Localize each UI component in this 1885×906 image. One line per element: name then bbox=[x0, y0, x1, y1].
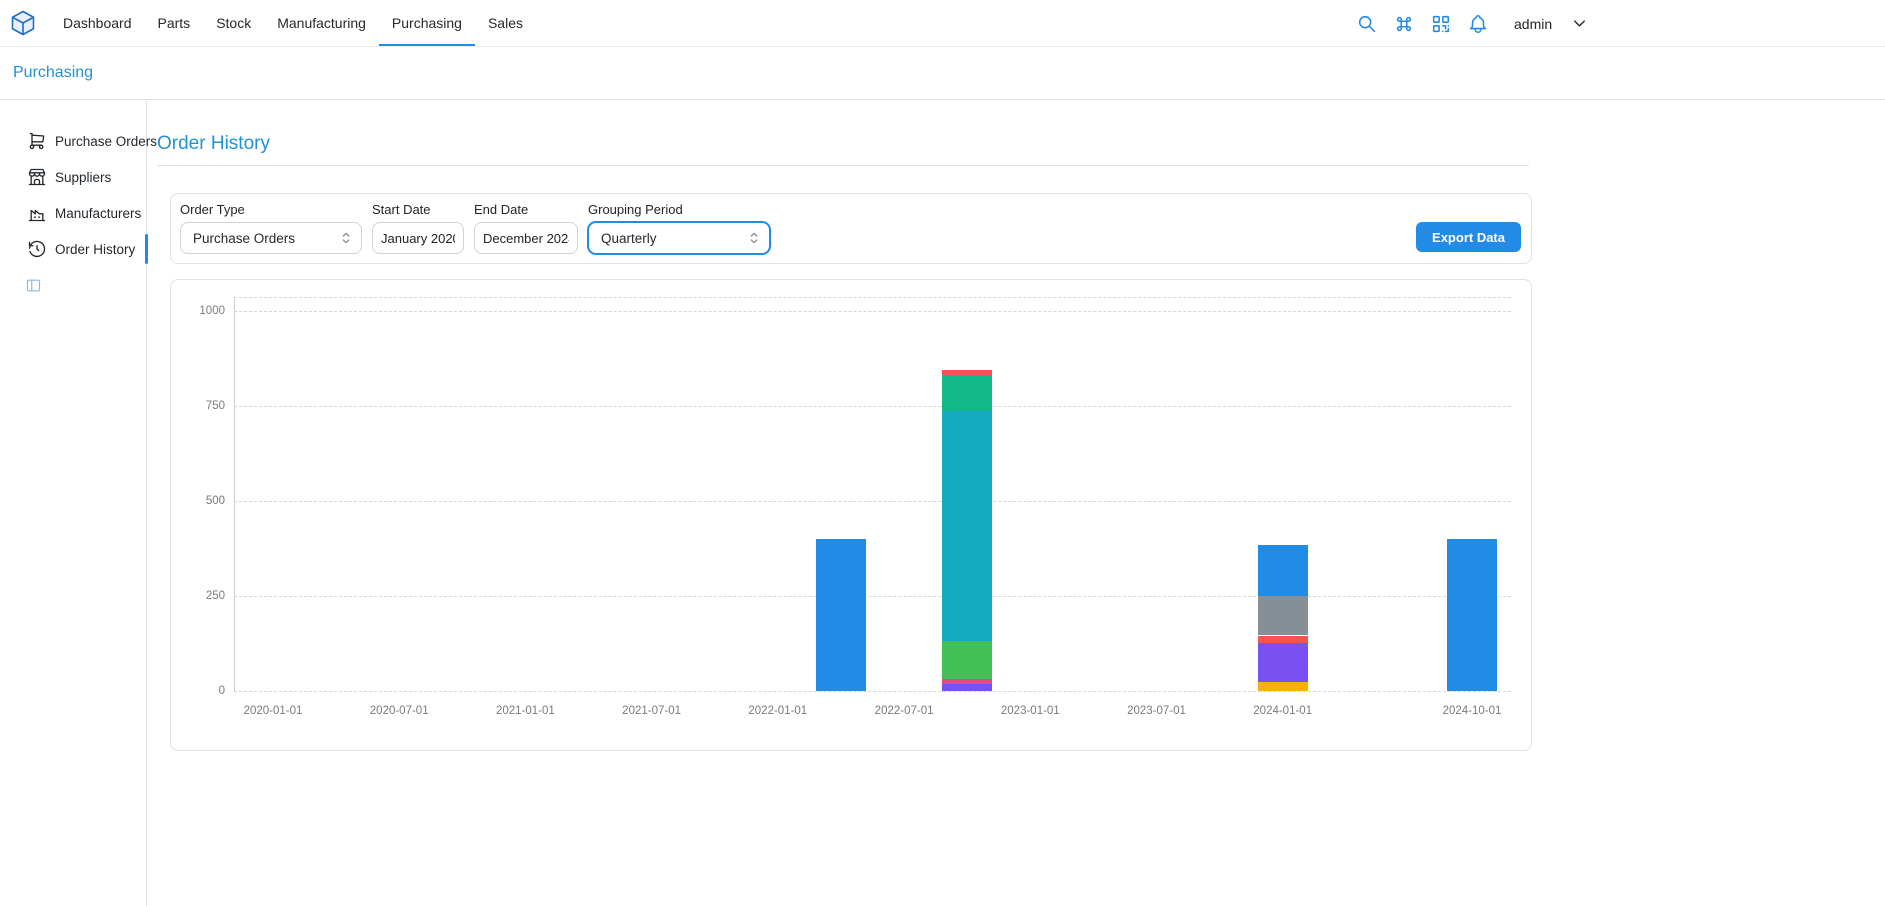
export-data-button[interactable]: Export Data bbox=[1416, 222, 1521, 252]
selector-icon bbox=[746, 230, 762, 246]
breadcrumb: Purchasing bbox=[0, 47, 1885, 100]
chart-bar-segment[interactable] bbox=[942, 411, 992, 641]
building-factory-icon bbox=[27, 203, 47, 223]
barcode-scan-icon[interactable] bbox=[1430, 13, 1452, 35]
order-history-chart: 0 250 500 750 1000 2020-01-01 2020-07-01 2021-0… bbox=[171, 280, 1531, 750]
selector-icon bbox=[338, 230, 354, 246]
y-axis-tick-label: 250 bbox=[171, 590, 225, 602]
shopping-cart-icon bbox=[27, 131, 47, 151]
sidebar-collapse-icon[interactable] bbox=[25, 277, 42, 294]
chart-gridline bbox=[234, 311, 1511, 312]
order-type-select[interactable]: Purchase Orders bbox=[180, 222, 362, 254]
chart-gridline bbox=[234, 596, 1511, 597]
navbar: Dashboard Parts Stock Manufacturing Purc… bbox=[0, 0, 1885, 47]
notifications-bell-icon[interactable] bbox=[1467, 13, 1489, 35]
history-icon bbox=[27, 239, 47, 259]
y-axis-line bbox=[234, 297, 235, 691]
tab-stock[interactable]: Stock bbox=[203, 0, 264, 46]
tab-sales[interactable]: Sales bbox=[475, 0, 536, 46]
x-axis-tick-label: 2021-07-01 bbox=[622, 705, 681, 717]
building-store-icon bbox=[27, 167, 47, 187]
x-axis-tick-label: 2023-07-01 bbox=[1127, 705, 1186, 717]
chart-bar-segment[interactable] bbox=[942, 679, 992, 684]
chart-bar-segment[interactable] bbox=[942, 375, 992, 411]
main-tabs: Dashboard Parts Stock Manufacturing Purc… bbox=[50, 0, 536, 46]
page-title: Order History bbox=[157, 133, 1532, 155]
tab-parts[interactable]: Parts bbox=[145, 0, 204, 46]
x-axis-tick-label: 2020-01-01 bbox=[244, 705, 303, 717]
app-logo[interactable] bbox=[8, 8, 38, 38]
chart-gridline bbox=[234, 691, 1511, 692]
breadcrumb-purchasing[interactable]: Purchasing bbox=[13, 64, 93, 82]
package-box-icon bbox=[9, 9, 37, 37]
grouping-period-value: Quarterly bbox=[601, 231, 657, 246]
x-axis-tick-label: 2020-07-01 bbox=[370, 705, 429, 717]
y-axis-tick-label: 1000 bbox=[171, 305, 225, 317]
order-history-panel: Order History Order Type Purchase Orders… bbox=[147, 100, 1532, 906]
command-palette-icon[interactable] bbox=[1393, 13, 1415, 35]
y-axis-tick-label: 0 bbox=[171, 685, 225, 697]
end-date-input[interactable] bbox=[474, 222, 578, 254]
title-divider bbox=[157, 165, 1529, 166]
chart-bar-segment[interactable] bbox=[1258, 643, 1308, 682]
chevron-down-icon[interactable] bbox=[1570, 14, 1589, 33]
x-axis-tick-label: 2024-10-01 bbox=[1443, 705, 1502, 717]
user-menu[interactable]: admin bbox=[1514, 16, 1552, 32]
tab-dashboard[interactable]: Dashboard bbox=[50, 0, 145, 46]
order-type-value: Purchase Orders bbox=[193, 231, 295, 246]
sidebar-item-label: Purchase Orders bbox=[55, 134, 157, 149]
chart-bar-segment[interactable] bbox=[1258, 682, 1308, 691]
navbar-actions: admin bbox=[1356, 0, 1589, 47]
chart-bar-segment[interactable] bbox=[816, 539, 866, 691]
chart-gridline bbox=[234, 406, 1511, 407]
order-history-chart-card: 0 250 500 750 1000 2020-01-01 2020-07-01 2021-0… bbox=[170, 279, 1532, 751]
tab-manufacturing[interactable]: Manufacturing bbox=[264, 0, 379, 46]
sidebar-item-label: Order History bbox=[55, 242, 135, 257]
chart-bar-segment[interactable] bbox=[1258, 545, 1308, 596]
sidebar-item-label: Manufacturers bbox=[55, 206, 141, 221]
sidebar-item-suppliers[interactable]: Suppliers bbox=[0, 159, 146, 195]
start-date-label: Start Date bbox=[372, 202, 464, 217]
chart-bar-segment[interactable] bbox=[942, 370, 992, 376]
order-type-label: Order Type bbox=[180, 202, 362, 217]
y-axis-tick-label: 750 bbox=[171, 400, 225, 412]
y-axis-tick-label: 500 bbox=[171, 495, 225, 507]
start-date-input[interactable] bbox=[372, 222, 464, 254]
sidebar-item-purchase-orders[interactable]: Purchase Orders bbox=[0, 123, 146, 159]
chart-gridline bbox=[234, 501, 1511, 502]
x-axis-tick-label: 2022-01-01 bbox=[748, 705, 807, 717]
chart-bar-segment[interactable] bbox=[1258, 636, 1308, 644]
purchasing-sidebar: Purchase Orders Suppliers Manufacturers … bbox=[0, 100, 147, 906]
chart-bar-segment[interactable] bbox=[1447, 539, 1497, 691]
tab-purchasing[interactable]: Purchasing bbox=[379, 0, 475, 46]
x-axis-tick-label: 2023-01-01 bbox=[1001, 705, 1060, 717]
end-date-label: End Date bbox=[474, 202, 578, 217]
grouping-period-select[interactable]: Quarterly bbox=[588, 222, 770, 254]
sidebar-item-manufacturers[interactable]: Manufacturers bbox=[0, 195, 146, 231]
x-axis-tick-label: 2022-07-01 bbox=[875, 705, 934, 717]
sidebar-item-label: Suppliers bbox=[55, 170, 111, 185]
chart-bar-segment[interactable] bbox=[942, 641, 992, 679]
app-page: Dashboard Parts Stock Manufacturing Purc… bbox=[0, 0, 1885, 906]
filter-bar: Order Type Purchase Orders Start Date En… bbox=[170, 193, 1532, 264]
x-axis-tick-label: 2021-01-01 bbox=[496, 705, 555, 717]
chart-bar-segment[interactable] bbox=[942, 684, 992, 691]
search-icon[interactable] bbox=[1356, 13, 1378, 35]
chart-top-gridline bbox=[234, 297, 1511, 298]
chart-bar-segment[interactable] bbox=[1258, 596, 1308, 635]
x-axis-tick-label: 2024-01-01 bbox=[1253, 705, 1312, 717]
sidebar-item-order-history[interactable]: Order History bbox=[0, 231, 146, 267]
grouping-period-label: Grouping Period bbox=[588, 202, 770, 217]
